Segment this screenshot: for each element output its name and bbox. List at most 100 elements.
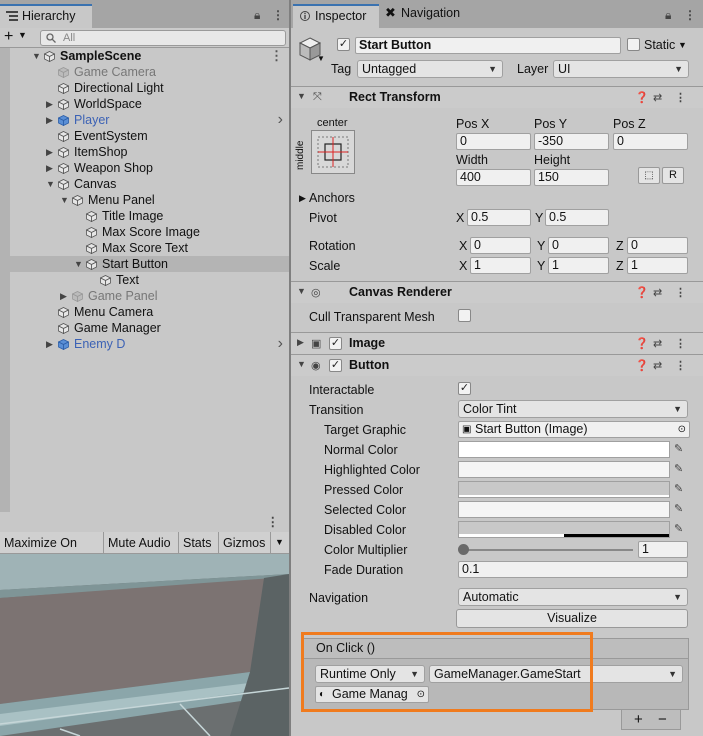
game-more-options-icon[interactable]: ⋮ bbox=[267, 514, 280, 529]
scale-z-input[interactable]: 1 bbox=[627, 257, 688, 274]
button-component-header[interactable]: ▼ ◉ ✓ Button ❓ ⇄ ⋮ bbox=[291, 354, 703, 376]
component-more-icon[interactable]: ⋮ bbox=[675, 359, 686, 372]
lock-icon[interactable]: 🔒︎ bbox=[254, 8, 260, 23]
fold-icon[interactable]: ▼ bbox=[297, 91, 306, 101]
pressed-color-swatch[interactable] bbox=[458, 481, 670, 498]
collapsed-arrow-icon[interactable]: ▶ bbox=[46, 144, 56, 160]
hierarchy-item[interactable]: ▶ Weapon Shop bbox=[0, 160, 289, 176]
object-picker-icon[interactable]: ⊙ bbox=[678, 422, 686, 437]
add-event-button[interactable]: + bbox=[634, 711, 643, 728]
component-more-icon[interactable]: ⋮ bbox=[675, 286, 686, 299]
icon-dropdown-icon[interactable]: ▼ bbox=[317, 54, 325, 63]
image-enabled-checkbox[interactable]: ✓ bbox=[329, 337, 342, 350]
hierarchy-item[interactable]: ▼ Canvas bbox=[0, 176, 289, 192]
help-icon[interactable]: ❓ bbox=[635, 359, 649, 372]
create-button[interactable]: + bbox=[4, 28, 13, 46]
anchors-fold-icon[interactable]: ▶ bbox=[299, 193, 306, 204]
pos-z-input[interactable]: 0 bbox=[613, 133, 688, 150]
height-input[interactable]: 150 bbox=[534, 169, 609, 186]
selected-color-swatch[interactable] bbox=[458, 501, 670, 518]
hierarchy-item[interactable]: ▶ Enemy D › bbox=[0, 336, 289, 352]
expanded-arrow-icon[interactable]: ▼ bbox=[46, 176, 56, 192]
hierarchy-search-input[interactable]: All bbox=[40, 30, 286, 46]
collapsed-arrow-icon[interactable]: ▶ bbox=[60, 288, 70, 304]
presets-icon[interactable]: ⇄ bbox=[653, 286, 662, 299]
hierarchy-item[interactable]: Game Camera bbox=[0, 64, 289, 80]
expanded-arrow-icon[interactable]: ▼ bbox=[74, 256, 84, 272]
help-icon[interactable]: ❓ bbox=[635, 337, 649, 350]
hierarchy-item[interactable]: ▶ Game Panel bbox=[0, 288, 289, 304]
component-more-icon[interactable]: ⋮ bbox=[675, 337, 686, 350]
hierarchy-item[interactable]: Game Manager bbox=[0, 320, 289, 336]
scene-more-icon[interactable]: ⋮ bbox=[270, 48, 283, 64]
highlighted-color-swatch[interactable] bbox=[458, 461, 670, 478]
stats-button[interactable]: Stats bbox=[179, 532, 219, 554]
fold-icon[interactable]: ▶ bbox=[297, 337, 304, 348]
hierarchy-item[interactable]: ▶ WorldSpace bbox=[0, 96, 289, 112]
button-enabled-checkbox[interactable]: ✓ bbox=[329, 359, 342, 372]
inspector-lock-icon[interactable]: 🔒︎ bbox=[665, 8, 671, 23]
anchors-label[interactable]: Anchors bbox=[309, 189, 355, 207]
color-multiplier-slider-track[interactable] bbox=[463, 549, 633, 551]
hierarchy-item[interactable]: Menu Camera bbox=[0, 304, 289, 320]
prefab-open-chevron-icon[interactable]: › bbox=[278, 336, 283, 352]
hierarchy-item[interactable]: Max Score Image bbox=[0, 224, 289, 240]
collapsed-arrow-icon[interactable]: ▶ bbox=[46, 112, 56, 128]
pivot-x-input[interactable]: 0.5 bbox=[467, 209, 531, 226]
anchor-presets-button[interactable] bbox=[311, 130, 355, 174]
mute-audio-button[interactable]: Mute Audio bbox=[104, 532, 179, 554]
hierarchy-item[interactable]: Directional Light bbox=[0, 80, 289, 96]
scale-y-input[interactable]: 1 bbox=[548, 257, 609, 274]
visualize-button[interactable]: Visualize bbox=[456, 609, 688, 628]
hierarchy-item[interactable]: ▶ ItemShop bbox=[0, 144, 289, 160]
prefab-open-chevron-icon[interactable]: › bbox=[278, 112, 283, 128]
hierarchy-item[interactable]: Text bbox=[0, 272, 289, 288]
raw-edit-button[interactable]: R bbox=[662, 167, 684, 184]
presets-icon[interactable]: ⇄ bbox=[653, 359, 662, 372]
tab-hierarchy[interactable]: Hierarchy bbox=[0, 4, 92, 28]
rect-transform-header[interactable]: ▼ ⤧ Rect Transform ❓ ⇄ ⋮ bbox=[291, 86, 703, 108]
gizmos-dropdown-icon[interactable]: ▼ bbox=[275, 537, 284, 547]
navigation-dropdown[interactable]: Automatic ▼ bbox=[458, 588, 688, 606]
interactable-checkbox[interactable]: ✓ bbox=[458, 382, 471, 395]
hierarchy-item[interactable]: ▼ Start Button bbox=[0, 256, 289, 272]
hierarchy-item[interactable]: ▼ Menu Panel bbox=[0, 192, 289, 208]
presets-icon[interactable]: ⇄ bbox=[653, 91, 662, 104]
hierarchy-item[interactable]: ▼ SampleScene ⋮ bbox=[0, 48, 289, 64]
static-checkbox[interactable] bbox=[627, 38, 640, 51]
transition-dropdown[interactable]: Color Tint ▼ bbox=[458, 400, 688, 418]
hierarchy-item[interactable]: Title Image bbox=[0, 208, 289, 224]
remove-event-button[interactable]: − bbox=[658, 711, 667, 728]
chevron-down-icon[interactable]: ▼ bbox=[18, 30, 27, 40]
static-dropdown-icon[interactable]: ▼ bbox=[678, 40, 687, 50]
normal-color-swatch[interactable] bbox=[458, 441, 670, 458]
pos-y-input[interactable]: -350 bbox=[534, 133, 609, 150]
hierarchy-item[interactable]: EventSystem bbox=[0, 128, 289, 144]
canvas-renderer-header[interactable]: ▼ ◎ Canvas Renderer ❓ ⇄ ⋮ bbox=[291, 281, 703, 303]
tab-navigation[interactable]: ✖ Navigation bbox=[383, 5, 460, 28]
blueprint-mode-button[interactable]: ⬚ bbox=[638, 167, 660, 184]
color-multiplier-input[interactable]: 1 bbox=[638, 541, 688, 558]
tag-dropdown[interactable]: Untagged ▼ bbox=[357, 60, 503, 78]
width-input[interactable]: 400 bbox=[456, 169, 531, 186]
image-header[interactable]: ▶ ▣ ✓ Image ❓ ⇄ ⋮ bbox=[291, 332, 703, 354]
eyedropper-icon[interactable]: ✎ bbox=[674, 442, 688, 456]
presets-icon[interactable]: ⇄ bbox=[653, 337, 662, 350]
collapsed-arrow-icon[interactable]: ▶ bbox=[46, 96, 56, 112]
hierarchy-item[interactable]: Max Score Text bbox=[0, 240, 289, 256]
pos-x-input[interactable]: 0 bbox=[456, 133, 531, 150]
eyedropper-icon[interactable]: ✎ bbox=[674, 482, 688, 496]
rotation-z-input[interactable]: 0 bbox=[627, 237, 688, 254]
expanded-arrow-icon[interactable]: ▼ bbox=[32, 48, 42, 64]
layer-dropdown[interactable]: UI ▼ bbox=[553, 60, 689, 78]
game-scene-render[interactable] bbox=[0, 554, 289, 736]
rotation-x-input[interactable]: 0 bbox=[470, 237, 531, 254]
object-name-input[interactable]: Start Button bbox=[355, 37, 621, 54]
color-multiplier-slider-handle[interactable] bbox=[458, 544, 469, 555]
pivot-y-input[interactable]: 0.5 bbox=[545, 209, 609, 226]
fold-icon[interactable]: ▼ bbox=[297, 359, 306, 369]
gizmos-button[interactable]: Gizmos bbox=[219, 532, 271, 554]
eyedropper-icon[interactable]: ✎ bbox=[674, 462, 688, 476]
collapsed-arrow-icon[interactable]: ▶ bbox=[46, 336, 56, 352]
more-options-icon[interactable]: ⋮ bbox=[272, 8, 284, 22]
